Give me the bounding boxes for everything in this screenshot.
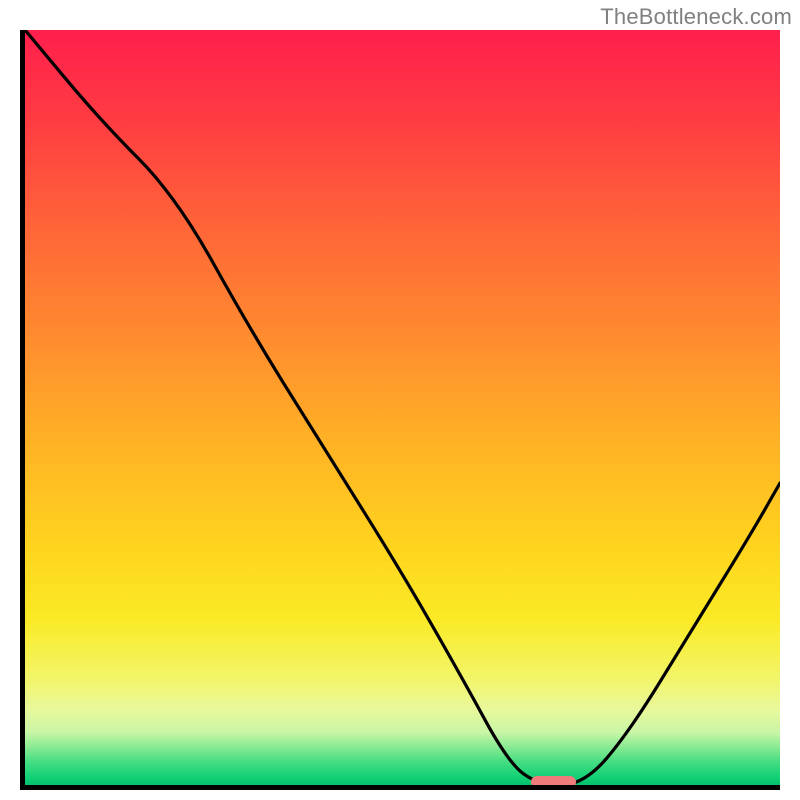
- chart-container: TheBottleneck.com: [0, 0, 800, 800]
- optimal-marker: [531, 776, 576, 785]
- plot-axes: [20, 30, 780, 790]
- bottleneck-curve: [25, 30, 780, 785]
- curve-svg: [25, 30, 780, 785]
- plot-area: [25, 30, 780, 785]
- attribution-label: TheBottleneck.com: [600, 4, 792, 30]
